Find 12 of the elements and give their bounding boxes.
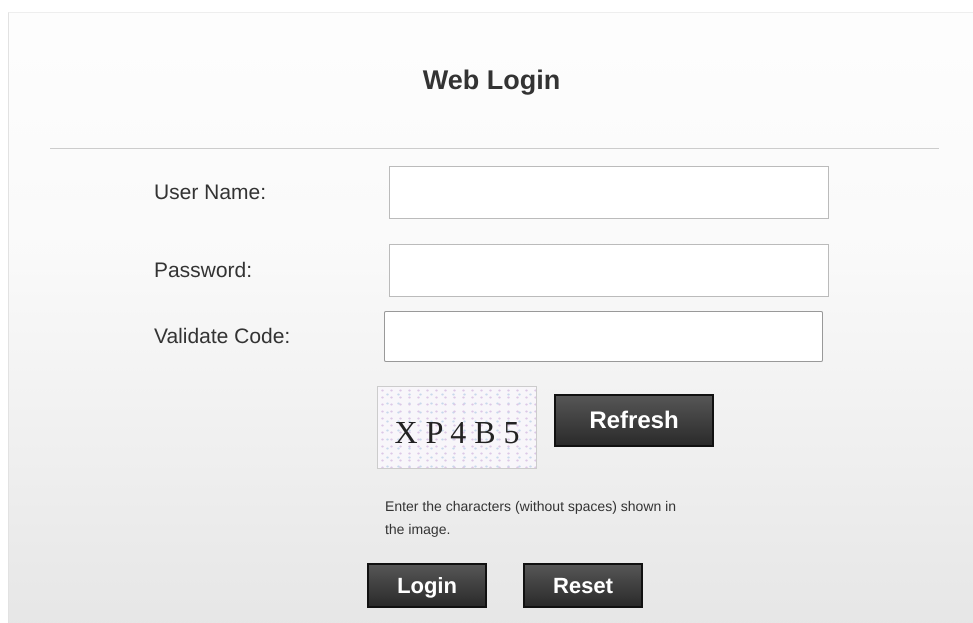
page-title: Web Login bbox=[422, 64, 562, 97]
input-field[interactable] bbox=[384, 311, 823, 362]
field-label: Validate Code: bbox=[154, 324, 292, 348]
login-button[interactable]: Login bbox=[367, 563, 487, 608]
hint-text: Enter the characters (without spaces) shown in the image. bbox=[385, 497, 678, 539]
field-label: User Name: bbox=[154, 180, 268, 204]
input-field[interactable] bbox=[389, 244, 829, 297]
reset-button[interactable]: Reset bbox=[523, 563, 643, 608]
refresh-button[interactable]: Refresh bbox=[554, 394, 714, 447]
field-label: Password: bbox=[154, 258, 254, 282]
captcha-text: X P 4 B 5 bbox=[394, 414, 520, 451]
input-field[interactable] bbox=[389, 166, 829, 219]
